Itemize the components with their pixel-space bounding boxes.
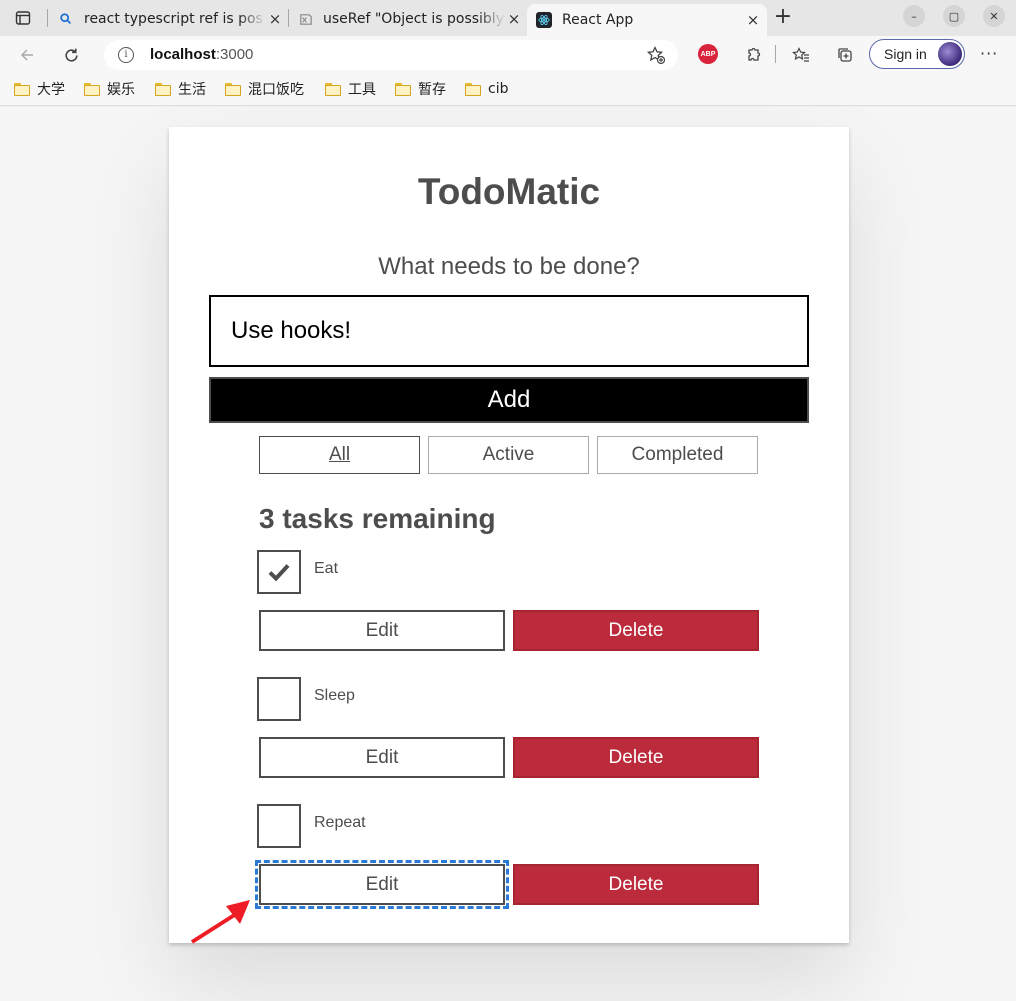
- folder-icon: [14, 82, 30, 96]
- bookmark-folder[interactable]: 工具: [325, 79, 376, 99]
- tab-title: react typescript ref is pos: [84, 11, 263, 27]
- filter-all-button[interactable]: All: [259, 436, 420, 474]
- app-title: TodoMatic: [417, 171, 601, 212]
- refresh-icon[interactable]: [60, 44, 82, 66]
- add-favorite-icon[interactable]: [646, 45, 666, 65]
- folder-icon: [155, 82, 171, 96]
- bookmarks-bar: 大学 娱乐 生活 混口饭吃 工具 暂存 cib: [0, 74, 1016, 106]
- delete-button[interactable]: Delete: [513, 610, 759, 651]
- adblock-icon[interactable]: ABP: [698, 44, 718, 64]
- annotation-arrow-icon: [190, 900, 250, 944]
- close-icon[interactable]: ×: [266, 10, 284, 28]
- tab-actions-icon[interactable]: [12, 8, 34, 28]
- bookmark-folder[interactable]: cib: [465, 79, 508, 99]
- input-label: What needs to be done?: [378, 253, 640, 280]
- bookmark-folder[interactable]: 生活: [155, 79, 206, 99]
- bookmark-folder[interactable]: 暂存: [395, 79, 446, 99]
- todo-label: Eat: [314, 560, 339, 577]
- toolbar-separator: [775, 45, 776, 63]
- tab-react-typescript-ref[interactable]: react typescript ref is pos ×: [58, 4, 284, 34]
- bookmark-folder[interactable]: 娱乐: [84, 79, 135, 99]
- checkmark-icon: [268, 564, 290, 582]
- minimize-icon[interactable]: –: [903, 5, 925, 27]
- bookmark-folder[interactable]: 大学: [14, 79, 65, 99]
- todo-app: TodoMatic What needs to be done? Add All…: [169, 127, 849, 943]
- folder-icon: [225, 82, 241, 96]
- info-icon[interactable]: i: [118, 47, 134, 63]
- more-options-icon[interactable]: ···: [980, 44, 998, 63]
- folder-icon: [325, 82, 341, 96]
- tab-title: useRef "Object is possibly: [323, 11, 504, 27]
- close-icon[interactable]: ×: [505, 10, 523, 28]
- todo-checkbox[interactable]: [257, 804, 301, 848]
- folder-icon: [465, 82, 481, 96]
- bookmark-folder[interactable]: 混口饭吃: [225, 79, 304, 99]
- edit-button[interactable]: Edit: [255, 860, 509, 909]
- todo-checkbox[interactable]: [257, 550, 301, 594]
- new-todo-input[interactable]: [209, 295, 809, 367]
- page-viewport: TodoMatic What needs to be done? Add All…: [0, 107, 1016, 1001]
- filter-active-button[interactable]: Active: [428, 436, 589, 474]
- maximize-icon[interactable]: ▢: [943, 5, 965, 27]
- tab-bar: react typescript ref is pos × useRef "Ob…: [0, 0, 1016, 36]
- delete-button[interactable]: Delete: [513, 737, 759, 778]
- todo-checkbox[interactable]: [257, 677, 301, 721]
- edit-button[interactable]: Edit: [259, 610, 505, 651]
- address-bar-row: i localhost:3000 ABP Sign in ···: [0, 36, 1016, 74]
- tasks-remaining-heading: 3 tasks remaining: [259, 503, 496, 534]
- tab-separator: [288, 9, 289, 27]
- stack-icon: [297, 11, 313, 27]
- edit-button[interactable]: Edit: [259, 737, 505, 778]
- tab-react-app[interactable]: React App ×: [527, 4, 767, 36]
- tab-useref-object[interactable]: useRef "Object is possibly ×: [297, 4, 523, 34]
- close-window-icon[interactable]: ✕: [983, 5, 1005, 27]
- extensions-icon[interactable]: [742, 44, 764, 66]
- folder-icon: [84, 82, 100, 96]
- todo-label: Repeat: [314, 814, 366, 831]
- avatar: [938, 42, 962, 66]
- back-icon[interactable]: [16, 44, 38, 66]
- todo-label: Sleep: [314, 687, 355, 704]
- url-text: localhost:3000: [150, 46, 254, 63]
- add-button[interactable]: Add: [209, 377, 809, 423]
- close-icon[interactable]: ×: [744, 11, 762, 29]
- delete-button[interactable]: Delete: [513, 864, 759, 905]
- sign-in-button[interactable]: Sign in: [869, 39, 965, 69]
- address-input[interactable]: i localhost:3000: [104, 40, 678, 70]
- react-icon: [536, 12, 552, 28]
- filter-completed-button[interactable]: Completed: [597, 436, 758, 474]
- new-tab-icon[interactable]: +: [772, 6, 794, 29]
- tab-title: React App: [562, 12, 634, 28]
- folder-icon: [395, 82, 411, 96]
- collections-icon[interactable]: [834, 44, 856, 66]
- favorites-icon[interactable]: [790, 44, 812, 66]
- tab-separator: [47, 9, 48, 27]
- search-icon: [58, 11, 74, 27]
